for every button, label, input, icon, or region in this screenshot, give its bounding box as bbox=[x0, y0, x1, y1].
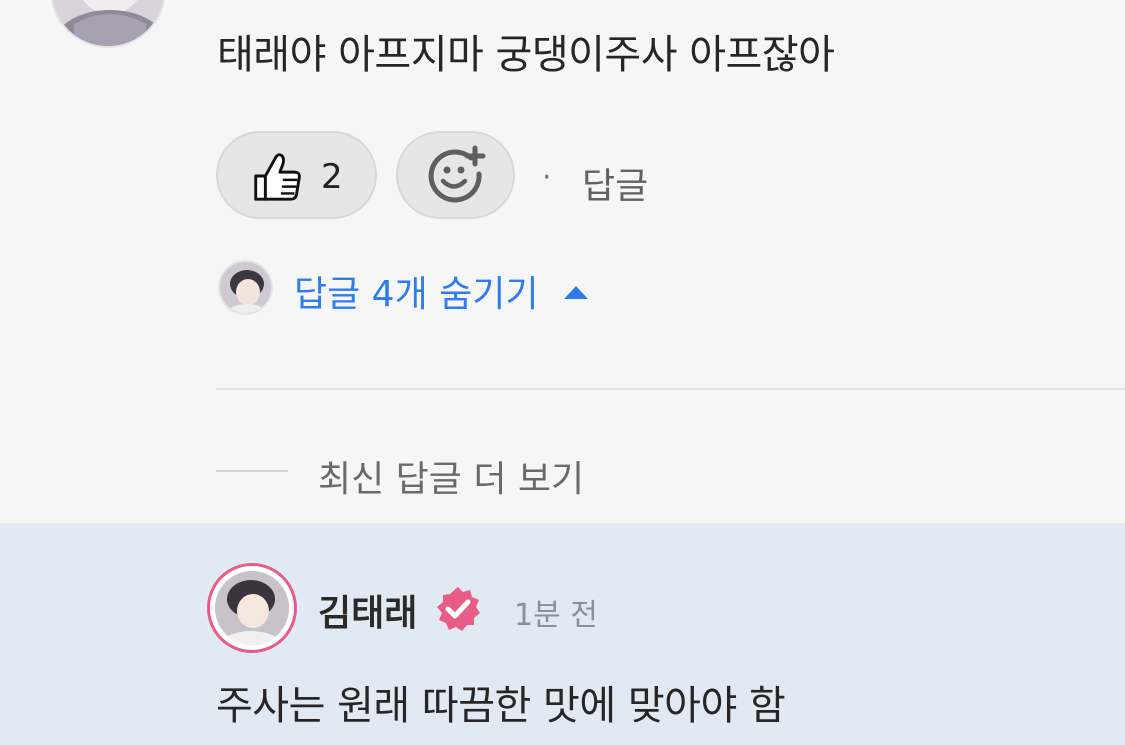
hide-replies-toggle[interactable]: 답글 4개 숨기기 bbox=[218, 259, 588, 315]
thumbs-up-icon bbox=[254, 153, 301, 201]
hide-replies-label: 답글 4개 숨기기 bbox=[294, 274, 539, 315]
like-count: 2 bbox=[321, 157, 343, 197]
add-reaction-button[interactable] bbox=[396, 131, 515, 219]
replier-avatar bbox=[218, 259, 273, 315]
author-name[interactable]: 김태래 bbox=[318, 584, 417, 636]
reply-button[interactable]: 답글 bbox=[582, 157, 648, 209]
divider bbox=[216, 388, 1125, 390]
more-replies-button[interactable]: 최신 답글 더 보기 bbox=[318, 450, 584, 502]
reply-text: 주사는 원래 따끔한 맛에 맞아야 함 bbox=[216, 683, 786, 729]
comment-thread: 태래야 아프지마 궁댕이주사 아프잖아 2 · 답글 답글 4개 숨기기 최신 … bbox=[0, 0, 1125, 745]
like-button[interactable] bbox=[216, 131, 377, 219]
commenter-avatar[interactable] bbox=[50, 0, 166, 48]
separator-dot: · bbox=[542, 160, 552, 195]
author-avatar[interactable] bbox=[207, 563, 297, 653]
more-replies-line bbox=[216, 470, 288, 472]
add-reaction-icon bbox=[428, 145, 485, 203]
reply-timestamp: 1분 전 bbox=[514, 598, 598, 633]
caret-up-icon bbox=[564, 286, 588, 299]
comment-text: 태래야 아프지마 궁댕이주사 아프잖아 bbox=[217, 32, 835, 78]
verified-badge-icon bbox=[437, 587, 480, 631]
